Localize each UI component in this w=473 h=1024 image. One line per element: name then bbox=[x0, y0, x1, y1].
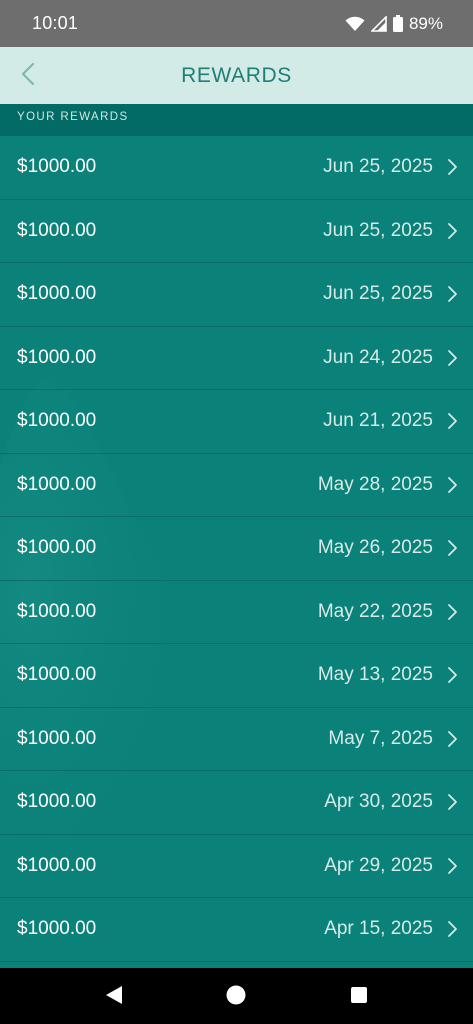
page-title: REWARDS bbox=[181, 63, 292, 87]
reward-row[interactable]: $1000.00 Apr 30, 2025 bbox=[0, 771, 473, 835]
reward-amount: $1000.00 bbox=[17, 854, 97, 876]
wifi-icon bbox=[345, 16, 365, 32]
nav-home-button[interactable] bbox=[225, 984, 247, 1011]
reward-amount: $1000.00 bbox=[17, 283, 97, 305]
reward-amount: $1000.00 bbox=[17, 219, 97, 241]
reward-amount: $1000.00 bbox=[17, 664, 97, 686]
system-nav-bar bbox=[0, 968, 473, 1024]
reward-amount: $1000.00 bbox=[17, 156, 97, 178]
reward-row[interactable]: $1000.00 May 22, 2025 bbox=[0, 581, 473, 644]
reward-row[interactable]: $1000.00 May 7, 2025 bbox=[0, 708, 473, 771]
reward-row[interactable]: $1000.00 Jun 25, 2025 bbox=[0, 263, 473, 327]
reward-row[interactable]: $1000.00 Jun 21, 2025 bbox=[0, 390, 473, 454]
section-label: YOUR REWARDS bbox=[17, 111, 129, 123]
back-triangle-icon bbox=[105, 985, 123, 1010]
reward-date: May 22, 2025 bbox=[317, 600, 433, 622]
back-button[interactable] bbox=[8, 56, 48, 96]
reward-date: Jun 25, 2025 bbox=[323, 283, 433, 305]
reward-date: Jun 25, 2025 bbox=[323, 156, 433, 178]
reward-row[interactable]: $1000.00 May 26, 2025 bbox=[0, 517, 473, 581]
reward-date: Jun 24, 2025 bbox=[323, 346, 433, 368]
reward-amount: $1000.00 bbox=[17, 537, 97, 559]
reward-date: May 7, 2025 bbox=[328, 727, 433, 749]
status-bar: 10:01 89% bbox=[0, 0, 473, 47]
rewards-list: $1000.00 Jun 25, 2025 $1000.00 Jun 25, 2025… bbox=[0, 136, 473, 962]
recents-square-icon bbox=[350, 986, 368, 1009]
reward-amount: $1000.00 bbox=[17, 918, 97, 940]
chevron-right-icon bbox=[447, 285, 459, 303]
reward-date: Apr 15, 2025 bbox=[324, 918, 433, 940]
reward-amount: $1000.00 bbox=[17, 791, 97, 813]
reward-amount: $1000.00 bbox=[17, 473, 97, 495]
chevron-right-icon bbox=[447, 857, 459, 875]
chevron-left-icon bbox=[21, 62, 35, 91]
reward-row[interactable]: $1000.00 Jun 25, 2025 bbox=[0, 136, 473, 200]
reward-amount: $1000.00 bbox=[17, 410, 97, 432]
reward-date: Jun 25, 2025 bbox=[323, 219, 433, 241]
reward-row[interactable]: $1000.00 May 28, 2025 bbox=[0, 454, 473, 517]
status-time: 10:01 bbox=[32, 13, 79, 33]
chevron-right-icon bbox=[447, 730, 459, 748]
reward-row[interactable]: $1000.00 Apr 29, 2025 bbox=[0, 835, 473, 898]
battery-percent: 89% bbox=[408, 13, 443, 33]
reward-date: May 26, 2025 bbox=[317, 537, 433, 559]
chevron-right-icon bbox=[447, 222, 459, 240]
reward-row[interactable]: $1000.00 Jun 25, 2025 bbox=[0, 200, 473, 263]
chevron-right-icon bbox=[447, 349, 459, 367]
reward-date: Apr 30, 2025 bbox=[324, 791, 433, 813]
reward-date: May 13, 2025 bbox=[317, 664, 433, 686]
status-icons: 89% bbox=[345, 14, 443, 34]
signal-icon bbox=[370, 15, 387, 32]
chevron-right-icon bbox=[447, 158, 459, 176]
reward-row[interactable]: $1000.00 May 13, 2025 bbox=[0, 644, 473, 708]
home-circle-icon bbox=[225, 984, 247, 1011]
section-header: YOUR REWARDS bbox=[0, 104, 473, 136]
reward-amount: $1000.00 bbox=[17, 727, 97, 749]
reward-date: May 28, 2025 bbox=[317, 473, 433, 495]
battery-icon bbox=[392, 15, 403, 32]
nav-back-button[interactable] bbox=[103, 985, 125, 1010]
chevron-right-icon bbox=[447, 412, 459, 430]
app-header: REWARDS bbox=[0, 47, 473, 104]
nav-recents-button[interactable] bbox=[348, 986, 370, 1008]
chevron-right-icon bbox=[447, 476, 459, 494]
chevron-right-icon bbox=[447, 603, 459, 621]
chevron-right-icon bbox=[447, 920, 459, 938]
reward-date: Jun 21, 2025 bbox=[323, 410, 433, 432]
reward-row[interactable]: $1000.00 Jun 24, 2025 bbox=[0, 327, 473, 390]
chevron-right-icon bbox=[447, 539, 459, 557]
reward-amount: $1000.00 bbox=[17, 600, 97, 622]
chevron-right-icon bbox=[447, 666, 459, 684]
reward-row[interactable]: $1000.00 Apr 15, 2025 bbox=[0, 898, 473, 962]
reward-date: Apr 29, 2025 bbox=[324, 854, 433, 876]
rewards-list-container[interactable]: $1000.00 Jun 25, 2025 $1000.00 Jun 25, 2025… bbox=[0, 136, 473, 968]
reward-amount: $1000.00 bbox=[17, 346, 97, 368]
chevron-right-icon bbox=[447, 793, 459, 811]
